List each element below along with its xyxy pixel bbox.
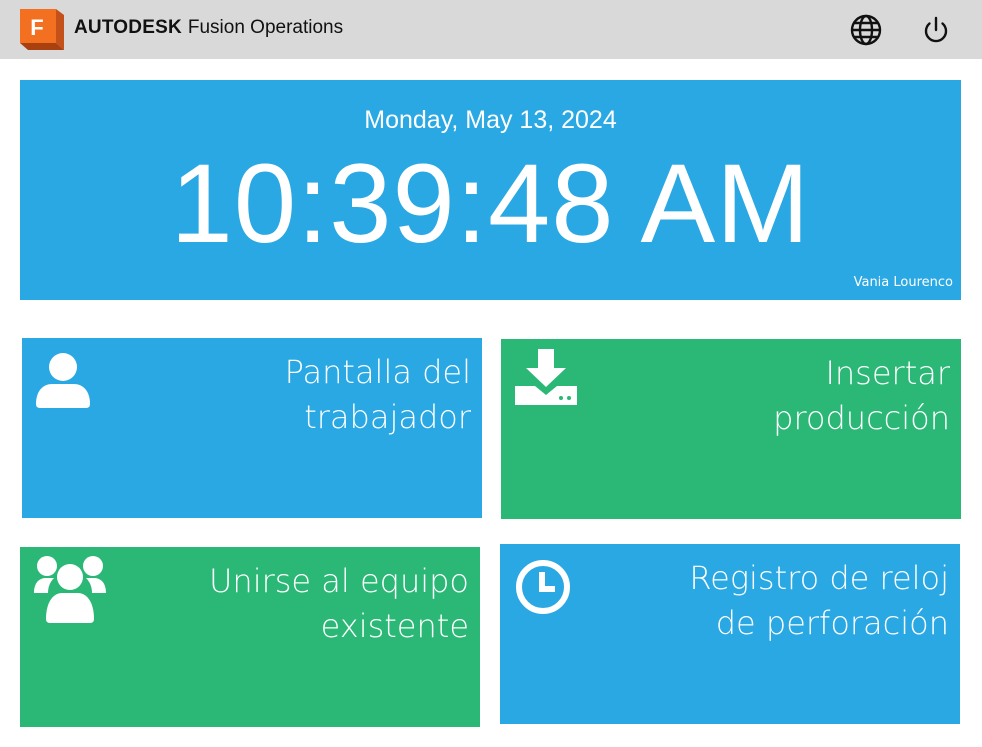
tile-label-line: producción	[773, 399, 950, 437]
tile-label-line: existente	[320, 607, 469, 645]
tile-label-line: Insertar	[825, 354, 950, 392]
tile-punch-clock[interactable]: Registro de reloj de perforación	[500, 544, 960, 724]
app-title: AUTODESK Fusion Operations	[74, 15, 343, 41]
team-icon	[34, 556, 106, 623]
current-date: Monday, May 13, 2024	[364, 106, 617, 134]
tile-label-line: Registro de reloj	[689, 559, 949, 597]
user-icon	[36, 353, 90, 408]
tile-label-line: Pantalla del	[284, 353, 471, 391]
tile-label-line: de perforación	[715, 604, 949, 642]
logo-letter: F	[30, 15, 43, 40]
tile-label: Insertar producción	[773, 351, 950, 441]
tile-worker-screen[interactable]: Pantalla del trabajador	[22, 338, 482, 518]
tile-label: Registro de reloj de perforación	[689, 556, 949, 646]
globe-icon	[850, 14, 882, 46]
tile-join-team[interactable]: Unirse al equipo existente	[20, 547, 480, 727]
logout-button[interactable]	[918, 12, 954, 48]
language-button[interactable]	[848, 12, 884, 48]
brand-name: AUTODESK	[74, 17, 182, 38]
tile-label: Unirse al equipo existente	[209, 559, 469, 649]
autodesk-fusion-logo: F	[20, 9, 64, 50]
tile-label: Pantalla del trabajador	[285, 350, 471, 440]
product-name: Fusion Operations	[187, 17, 344, 38]
tile-insert-production[interactable]: Insertar producción	[501, 339, 961, 519]
tile-label-line: Unirse al equipo	[208, 562, 469, 600]
clock-panel: Monday, May 13, 2024 10:39:48 AM Vania L…	[20, 80, 961, 300]
tile-label-line: trabajador	[304, 398, 471, 436]
current-time: 10:39:48 AM	[170, 141, 811, 266]
clock-icon	[516, 560, 570, 614]
download-tray-icon	[515, 349, 577, 405]
power-icon	[924, 16, 948, 43]
logged-in-user: Vania Lourenco	[853, 275, 953, 290]
top-bar: F AUTODESK Fusion Operations	[0, 0, 982, 59]
